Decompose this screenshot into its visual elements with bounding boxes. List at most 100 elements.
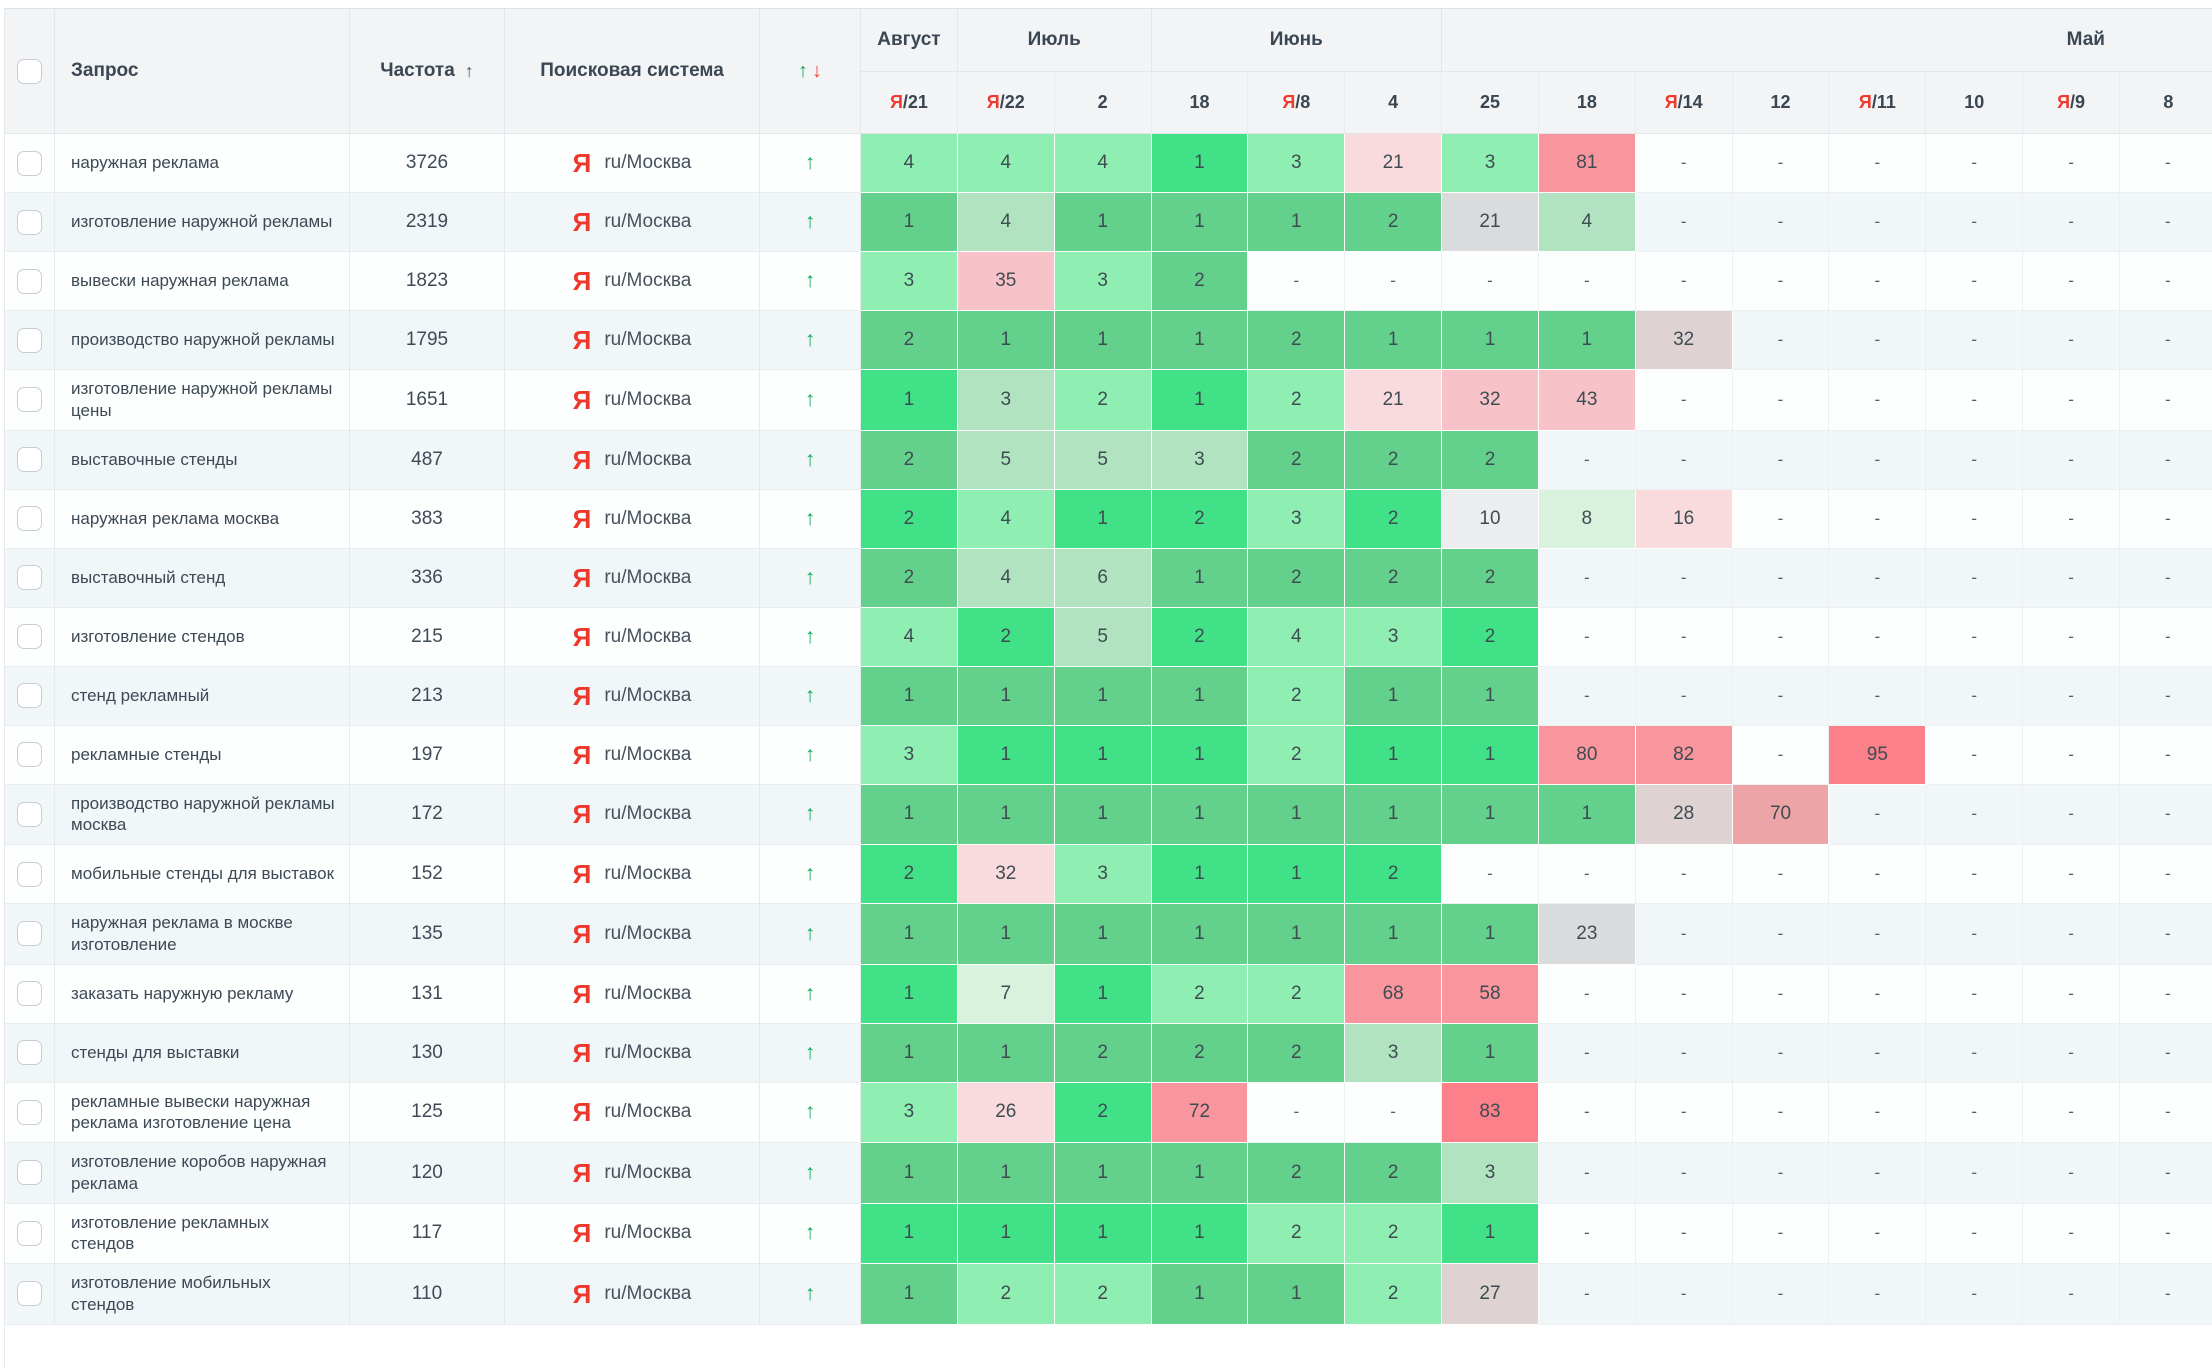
position-cell-empty: -: [1829, 193, 1926, 252]
query-cell[interactable]: изготовление стендов: [55, 608, 350, 667]
yandex-icon: Я: [573, 268, 592, 294]
date-column-header[interactable]: 18: [1152, 72, 1249, 134]
query-cell[interactable]: изготовление наружной рекламы цены: [55, 370, 350, 431]
row-checkbox[interactable]: [17, 210, 42, 235]
date-column-header[interactable]: Я/14: [1636, 72, 1733, 134]
table-row: мобильные стенды для выставок152Яru/Моск…: [5, 845, 2212, 904]
trend-cell: ↑: [760, 965, 861, 1024]
position-cell-empty: -: [1733, 431, 1830, 490]
date-column-header[interactable]: 10: [1926, 72, 2023, 134]
engine-cell: Яru/Москва: [505, 965, 760, 1024]
position-cell: 2: [1248, 1204, 1345, 1265]
row-checkbox[interactable]: [17, 387, 42, 412]
date-column-header[interactable]: 18: [1539, 72, 1636, 134]
row-checkbox-cell: [5, 726, 55, 785]
query-cell[interactable]: вывески наружная реклама: [55, 252, 350, 311]
row-checkbox-cell: [5, 549, 55, 608]
position-cell: 32: [958, 845, 1055, 904]
row-checkbox-cell: [5, 1204, 55, 1265]
date-column-header[interactable]: Я/11: [1829, 72, 1926, 134]
query-cell[interactable]: изготовление наружной рекламы: [55, 193, 350, 252]
engine-cell: Яru/Москва: [505, 904, 760, 965]
position-cell: 23: [1539, 904, 1636, 965]
row-checkbox[interactable]: [17, 1221, 42, 1246]
frequency-cell: 172: [350, 785, 505, 846]
position-cell: 2: [1248, 667, 1345, 726]
row-checkbox[interactable]: [17, 1100, 42, 1125]
query-cell[interactable]: заказать наружную рекламу: [55, 965, 350, 1024]
row-checkbox[interactable]: [17, 565, 42, 590]
position-cell: 1: [1539, 785, 1636, 846]
trend-cell: ↑: [760, 252, 861, 311]
row-checkbox[interactable]: [17, 328, 42, 353]
query-cell[interactable]: рекламные вывески наружная реклама изгот…: [55, 1083, 350, 1144]
date-column-header[interactable]: Я/21: [861, 72, 958, 134]
position-cell: 1: [1248, 785, 1345, 846]
row-checkbox[interactable]: [17, 683, 42, 708]
query-cell[interactable]: изготовление рекламных стендов: [55, 1204, 350, 1265]
position-cell: 2: [1055, 1264, 1152, 1325]
query-cell[interactable]: изготовление коробов наружная реклама: [55, 1143, 350, 1204]
frequency-value: 125: [411, 1101, 443, 1123]
column-header-engine[interactable]: Поисковая система: [505, 9, 760, 133]
position-cell: 1: [958, 904, 1055, 965]
query-cell[interactable]: стенд рекламный: [55, 667, 350, 726]
date-column-header[interactable]: 4: [1345, 72, 1442, 134]
date-column-header[interactable]: 25: [1442, 72, 1539, 134]
query-cell[interactable]: производство наружной рекламы москва: [55, 785, 350, 846]
query-cell[interactable]: производство наружной рекламы: [55, 311, 350, 370]
query-cell[interactable]: рекламные стенды: [55, 726, 350, 785]
table-row: наружная реклама в москве изготовление13…: [5, 904, 2212, 965]
row-checkbox[interactable]: [17, 1281, 42, 1306]
position-cell: 81: [1539, 134, 1636, 193]
row-checkbox[interactable]: [17, 624, 42, 649]
position-cell: 2: [1345, 1204, 1442, 1265]
column-header-query[interactable]: Запрос: [55, 9, 350, 133]
position-cell: 1: [861, 965, 958, 1024]
query-cell[interactable]: выставочный стенд: [55, 549, 350, 608]
frequency-cell: 135: [350, 904, 505, 965]
position-cell-empty: -: [1926, 667, 2023, 726]
row-checkbox[interactable]: [17, 269, 42, 294]
row-checkbox[interactable]: [17, 1160, 42, 1185]
position-cell: 1: [1055, 965, 1152, 1024]
date-column-header[interactable]: 8: [2120, 72, 2212, 134]
row-checkbox[interactable]: [17, 742, 42, 767]
row-checkbox[interactable]: [17, 802, 42, 827]
query-cell[interactable]: наружная реклама москва: [55, 490, 350, 549]
query-cell[interactable]: наружная реклама в москве изготовление: [55, 904, 350, 965]
trend-up-icon: ↑: [805, 1041, 816, 1065]
column-header-frequency[interactable]: Частота ↑: [350, 9, 505, 133]
row-checkbox[interactable]: [17, 151, 42, 176]
column-header-trend[interactable]: ↑ ↓: [760, 9, 861, 133]
date-column-header[interactable]: Я/9: [2023, 72, 2120, 134]
row-checkbox[interactable]: [17, 506, 42, 531]
row-checkbox-cell: [5, 1024, 55, 1083]
row-checkbox[interactable]: [17, 1040, 42, 1065]
date-column-header[interactable]: 12: [1733, 72, 1830, 134]
date-column-header[interactable]: 2: [1055, 72, 1152, 134]
row-checkbox[interactable]: [17, 921, 42, 946]
query-cell[interactable]: выставочные стенды: [55, 431, 350, 490]
position-cell-empty: -: [1733, 1083, 1830, 1144]
select-all-checkbox[interactable]: [17, 59, 42, 84]
frequency-value: 1795: [406, 329, 448, 351]
sort-asc-icon: ↑: [465, 60, 474, 83]
query-cell[interactable]: мобильные стенды для выставок: [55, 845, 350, 904]
table-body: наружная реклама3726Яru/Москва↑444132138…: [5, 134, 2212, 1325]
position-cell: 1: [1442, 904, 1539, 965]
engine-region-label: ru/Москва: [604, 803, 691, 825]
query-cell[interactable]: наружная реклама: [55, 134, 350, 193]
date-column-header[interactable]: Я/22: [958, 72, 1055, 134]
trend-up-icon: ↑: [805, 684, 816, 708]
row-checkbox[interactable]: [17, 981, 42, 1006]
query-cell[interactable]: стенды для выставки: [55, 1024, 350, 1083]
row-checkbox[interactable]: [17, 447, 42, 472]
query-cell[interactable]: изготовление мобильных стендов: [55, 1264, 350, 1325]
row-checkbox[interactable]: [17, 862, 42, 887]
trend-up-icon: ↑: [805, 210, 816, 234]
position-cell: 2: [1345, 1143, 1442, 1204]
position-cell-empty: -: [1829, 431, 1926, 490]
date-column-header[interactable]: Я/8: [1248, 72, 1345, 134]
yandex-update-icon: Я: [890, 92, 903, 113]
